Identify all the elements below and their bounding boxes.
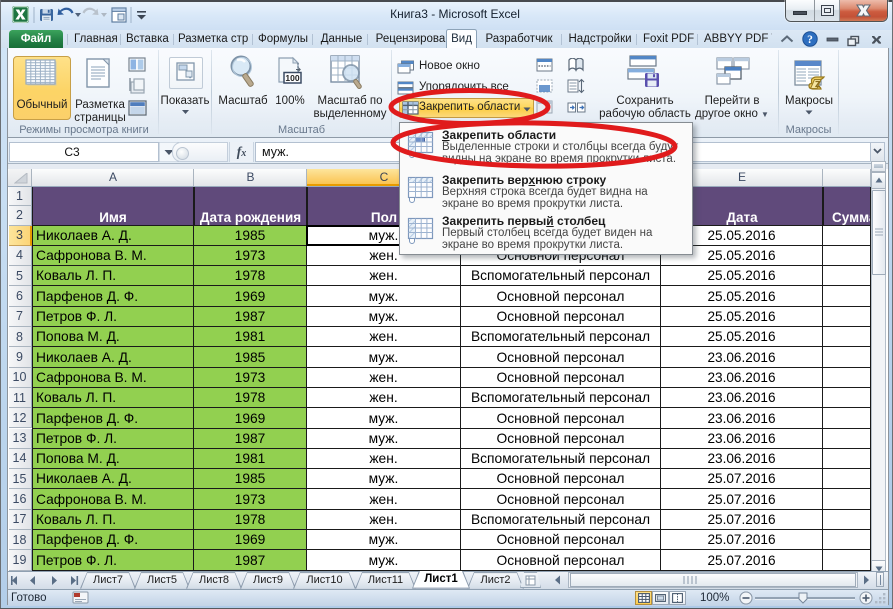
svg-text:100: 100 — [285, 73, 299, 83]
svg-text:?: ? — [807, 34, 813, 46]
